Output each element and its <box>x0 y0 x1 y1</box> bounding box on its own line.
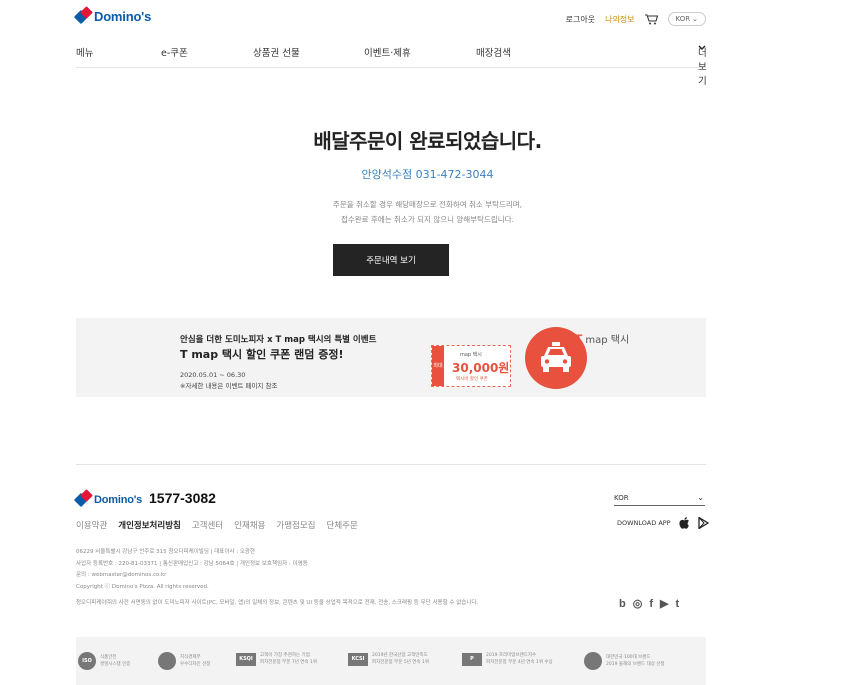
info-line: 사업자 등록번호 : 220-81-03371 | 통신판매업신고 : 강남 5… <box>76 560 308 567</box>
footer-phone: 1577-3082 <box>149 490 216 506</box>
notice-line: 접수완료 후에는 취소가 되지 않으니 양해부탁드립니다. <box>340 215 514 224</box>
brand-award-badge-icon <box>584 652 602 670</box>
footer-link-privacy[interactable]: 개인정보처리방침 <box>118 519 181 531</box>
utility-menu: 로그아웃 나의정보 KOR ⌄ <box>566 12 706 26</box>
chevron-down-icon: ⌄ <box>692 15 698 23</box>
coupon-side: 최대 <box>432 346 444 386</box>
kcsi-badge-icon: KCSI <box>348 652 368 666</box>
nav-item-store-search[interactable]: 매장검색 <box>476 45 511 59</box>
google-play-icon[interactable] <box>697 517 709 529</box>
notice-line: 주문을 취소할 경우 해당매장으로 전화하여 취소 부탁드리며, <box>332 200 523 209</box>
footer-link-support[interactable]: 고객센터 <box>192 519 223 531</box>
award-line: 2019 올해의 브랜드 대상 선정 <box>606 662 665 667</box>
tmap-text: map 택시 <box>585 335 630 346</box>
dominos-logo[interactable]: Domino's <box>73 5 152 24</box>
chevron-down-icon: ⌄ <box>697 493 704 502</box>
award-line: 대한민국 100대 브랜드 <box>606 655 651 660</box>
tmap-logo-icon: T <box>575 331 583 346</box>
coupon-amount: 30,000원 <box>452 361 510 375</box>
logout-link[interactable]: 로그아웃 <box>566 14 595 25</box>
footer-link-group-order[interactable]: 단체주문 <box>327 519 358 531</box>
usage-notice: 청오디피케이㈜의 사전 서면동의 없이 도미노피자 사이트(PC, 모바일, 앱… <box>76 600 479 606</box>
sns-links: b ◎ f ▶ t <box>619 597 679 611</box>
award-line: 지식경제부 <box>180 655 201 660</box>
info-line: Copyright ⓒ Domino's Pizza. All rights r… <box>76 583 209 590</box>
award-line: 피자전문점 부문 4년 연속 1위 수상 <box>486 660 553 665</box>
logo-text: Domino's <box>94 9 152 24</box>
nav-item-gift[interactable]: 상품권 선물 <box>253 45 300 59</box>
design-badge-icon <box>158 652 176 670</box>
dominos-logo-icon <box>73 489 93 508</box>
footer-links: 이용약관 개인정보처리방침 고객센터 인재채용 가맹점모집 단체주문 <box>76 519 358 531</box>
header: Domino's 로그아웃 나의정보 KOR ⌄ 메뉴 e-쿠폰 상품권 선물 … <box>73 0 707 87</box>
info-line: 06229 서울특별시 강남구 언주로 315 청오디피케이빌딩 | 대표이사 … <box>76 549 255 555</box>
coupon-brand: map 택시 <box>460 352 482 358</box>
dominos-logo-icon <box>73 5 93 24</box>
banner-date: 2020.05.01 ~ 06.30 <box>180 371 246 379</box>
award-item: 대한민국 100대 브랜드 2019 올해의 브랜드 대상 선정 <box>584 652 665 670</box>
blog-icon[interactable]: b <box>619 598 626 610</box>
nav-more-label: 더보기 <box>698 48 707 87</box>
cart-icon[interactable] <box>644 13 658 25</box>
main-nav: 메뉴 e-쿠폰 상품권 선물 이벤트·제휴 매장검색 더보기 <box>76 45 707 87</box>
language-select[interactable]: KOR ⌄ <box>667 12 706 26</box>
language-label: KOR <box>675 15 691 23</box>
awards-bar: ISO 식품안전경영시스템 인증 지식경제부우수디자인 선정 KSQI 고객이 … <box>76 637 706 685</box>
company-info: 06229 서울특별시 강남구 언주로 315 청오디피케이빌딩 | 대표이사 … <box>76 547 308 593</box>
info-line: 문의 : webmaster@dominos.co.kr <box>76 572 167 578</box>
twitter-icon[interactable]: t <box>675 598 679 610</box>
footer-language-select[interactable]: KOR ⌄ <box>614 493 705 506</box>
footer-link-terms[interactable]: 이용약관 <box>76 519 107 531</box>
instagram-icon[interactable]: ◎ <box>633 597 643 610</box>
page-title: 배달주문이 완료되었습니다. <box>313 129 542 153</box>
cancel-notice: 주문을 취소할 경우 해당매장으로 전화하여 취소 부탁드리며, 접수완료 후에… <box>0 197 855 227</box>
award-line: 경영시스템 인증 <box>100 662 131 667</box>
award-item: KCSI 2019년 한국산업 고객만족도피자전문점 부문 5년 연속 1위 <box>348 652 429 666</box>
store-phone[interactable]: 안양석수점 031-472-3044 <box>0 166 855 182</box>
footer-language-label: KOR <box>614 494 629 502</box>
award-line: 우수디자인 선정 <box>180 662 211 667</box>
premium-brand-badge-icon: P <box>462 652 482 666</box>
footer-logo: Domino's <box>73 489 143 508</box>
award-item: 지식경제부우수디자인 선정 <box>158 652 210 670</box>
award-item: KSQI 고객이 가장 추천하는 기업피자전문점 부문 7년 연속 1위 <box>236 652 317 666</box>
nav-item-ecoupon[interactable]: e-쿠폰 <box>161 45 188 59</box>
order-history-button[interactable]: 주문내역 보기 <box>333 244 449 276</box>
award-item: ISO 식품안전경영시스템 인증 <box>78 652 130 670</box>
footer-logo-text: Domino's <box>94 494 143 506</box>
award-line: 2019년 한국산업 고객만족도 <box>372 653 428 658</box>
facebook-icon[interactable]: f <box>649 598 653 610</box>
tmap-taxi-logo: T map 택시 <box>575 331 630 347</box>
footer-link-franchise[interactable]: 가맹점모집 <box>276 519 315 531</box>
tmap-event-banner[interactable]: 안심을 더한 도미노피자 x T map 택시의 특별 이벤트 T map 택시… <box>76 318 706 397</box>
download-app: DOWNLOAD APP <box>617 517 709 529</box>
banner-title: T map 택시 할인 쿠폰 랜덤 증정! <box>180 348 344 361</box>
myinfo-link[interactable]: 나의정보 <box>605 14 634 25</box>
award-item: P 2019 프리미엄브랜드지수피자전문점 부문 4년 연속 1위 수상 <box>462 652 553 666</box>
award-line: 식품안전 <box>100 655 117 660</box>
footer-link-careers[interactable]: 인재채용 <box>234 519 265 531</box>
youtube-icon[interactable]: ▶ <box>660 597 668 610</box>
coupon-desc: 택시비 할인 쿠폰 <box>456 377 488 382</box>
award-line: 피자전문점 부문 7년 연속 1위 <box>260 660 317 665</box>
apple-icon[interactable] <box>679 517 690 529</box>
iso-badge-icon: ISO <box>78 652 96 670</box>
banner-subtitle: 안심을 더한 도미노피자 x T map 택시의 특별 이벤트 <box>180 335 377 345</box>
award-line: 고객이 가장 추천하는 기업 <box>260 653 310 658</box>
award-line: 피자전문점 부문 5년 연속 1위 <box>372 660 429 665</box>
coupon-image: 최대 map 택시 30,000원 택시비 할인 쿠폰 <box>431 345 511 387</box>
ksqi-badge-icon: KSQI <box>236 652 256 666</box>
banner-note: ※자세한 내용은 이벤트 페이지 참조 <box>180 382 278 390</box>
nav-item-menu[interactable]: 메뉴 <box>76 45 93 59</box>
download-app-label: DOWNLOAD APP <box>617 519 671 527</box>
nav-item-event[interactable]: 이벤트·제휴 <box>364 45 411 59</box>
award-line: 2019 프리미엄브랜드지수 <box>486 653 537 658</box>
nav-more[interactable]: 더보기 <box>698 45 707 87</box>
footer-divider <box>76 464 706 465</box>
